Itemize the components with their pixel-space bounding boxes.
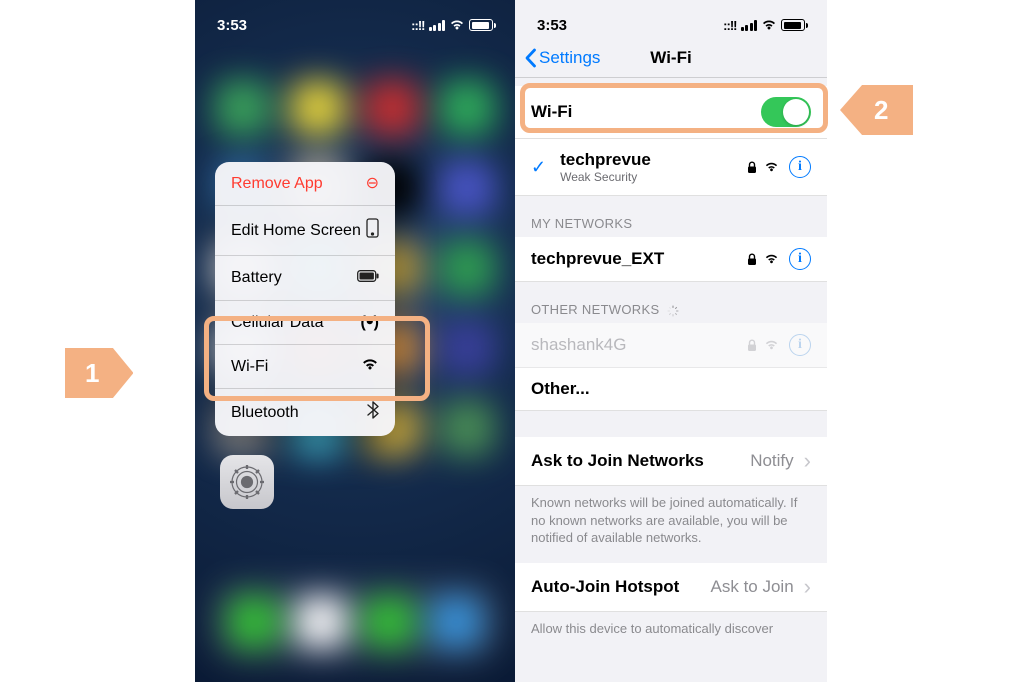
phone-wifi-settings: 3:53 ::!! Settings Wi-Fi Wi-Fi ✓ techpre…: [515, 0, 827, 682]
menu-battery[interactable]: Battery: [215, 256, 395, 300]
network-ssid: shashank4G: [531, 335, 626, 355]
menu-label: Battery: [231, 268, 282, 287]
battery-icon: [357, 268, 379, 287]
other-network-button[interactable]: Other...: [515, 368, 827, 411]
other-network-row[interactable]: shashank4G i: [515, 323, 827, 368]
ask-join-footer: Known networks will be joined automatica…: [515, 486, 827, 563]
network-security: Weak Security: [560, 170, 651, 184]
phone-home-screen: 3:53 ::!! Remove App ⊖ Edit Home Screen …: [195, 0, 515, 682]
status-time: 3:53: [217, 17, 247, 34]
menu-label: Wi-Fi: [231, 357, 268, 376]
network-ssid: techprevue: [560, 150, 651, 170]
ask-join-value: Notify: [750, 451, 793, 471]
settings-app-icon[interactable]: [220, 455, 274, 509]
battery-icon: [469, 19, 493, 31]
menu-remove-app[interactable]: Remove App ⊖: [215, 162, 395, 206]
wifi-icon: [764, 253, 779, 265]
settings-content: Wi-Fi ✓ techprevue Weak Security i MY NE…: [515, 78, 827, 682]
menu-cellular[interactable]: Cellular Data (ꔷ): [215, 301, 395, 345]
chevron-left-icon: [525, 48, 537, 68]
auto-hotspot-row[interactable]: Auto-Join Hotspot Ask to Join ›: [515, 563, 827, 612]
cellular-icon: (ꔷ): [361, 313, 379, 332]
status-bar: 3:53 ::!!: [195, 0, 515, 38]
back-button[interactable]: Settings: [525, 48, 600, 68]
ask-join-label: Ask to Join Networks: [531, 451, 704, 471]
my-networks-header: MY NETWORKS: [515, 196, 827, 237]
callout-1: 1: [65, 348, 133, 398]
nav-bar: Settings Wi-Fi: [515, 38, 827, 78]
wifi-toggle[interactable]: [761, 97, 811, 127]
menu-label: Cellular Data: [231, 313, 323, 332]
chevron-right-icon: ›: [804, 448, 811, 474]
my-network-row[interactable]: techprevue_EXT i: [515, 237, 827, 282]
menu-label: Edit Home Screen: [231, 221, 361, 240]
lock-icon: [747, 253, 757, 266]
remove-icon: ⊖: [366, 174, 379, 193]
menu-edit-home[interactable]: Edit Home Screen: [215, 206, 395, 256]
status-indicators: ::!!: [723, 18, 805, 33]
wifi-icon: [764, 161, 779, 173]
checkmark-icon: ✓: [531, 157, 546, 178]
wifi-icon: [449, 19, 465, 31]
wifi-label: Wi-Fi: [531, 102, 572, 122]
status-time: 3:53: [537, 17, 567, 34]
back-label: Settings: [539, 48, 600, 68]
menu-label: Remove App: [231, 174, 323, 193]
ask-join-row[interactable]: Ask to Join Networks Notify ›: [515, 437, 827, 486]
context-menu: Remove App ⊖ Edit Home Screen Battery Ce…: [215, 162, 395, 436]
spinner-icon: [667, 305, 679, 317]
signal-icon: [429, 20, 446, 31]
wifi-icon: [361, 357, 379, 376]
menu-bluetooth[interactable]: Bluetooth: [215, 389, 395, 436]
connected-network-row[interactable]: ✓ techprevue Weak Security i: [515, 139, 827, 196]
auto-hotspot-footer: Allow this device to automatically disco…: [515, 612, 827, 654]
wifi-icon: [764, 339, 779, 351]
battery-icon: [781, 19, 805, 31]
status-bar: 3:53 ::!!: [515, 0, 827, 38]
chevron-right-icon: ›: [804, 574, 811, 600]
wifi-toggle-row: Wi-Fi: [515, 86, 827, 139]
signal-icon: [741, 20, 758, 31]
lock-icon: [747, 339, 757, 352]
info-button[interactable]: i: [789, 248, 811, 270]
network-ssid: techprevue_EXT: [531, 249, 664, 269]
page-title: Wi-Fi: [650, 48, 691, 68]
callout-2: 2: [840, 85, 913, 135]
auto-hotspot-label: Auto-Join Hotspot: [531, 577, 679, 597]
bluetooth-icon: [367, 401, 379, 424]
info-button[interactable]: i: [789, 156, 811, 178]
other-networks-header: OTHER NETWORKS: [515, 282, 827, 323]
menu-wifi[interactable]: Wi-Fi: [215, 345, 395, 389]
lock-icon: [747, 161, 757, 174]
callout-number: 1: [65, 348, 133, 398]
gear-icon: [228, 463, 266, 501]
other-label: Other...: [531, 379, 590, 399]
callout-number: 2: [840, 85, 913, 135]
info-button[interactable]: i: [789, 334, 811, 356]
wifi-icon: [761, 19, 777, 31]
auto-hotspot-value: Ask to Join: [711, 577, 794, 597]
edit-home-icon: [366, 218, 379, 243]
menu-label: Bluetooth: [231, 403, 299, 422]
status-indicators: ::!!: [411, 18, 493, 33]
